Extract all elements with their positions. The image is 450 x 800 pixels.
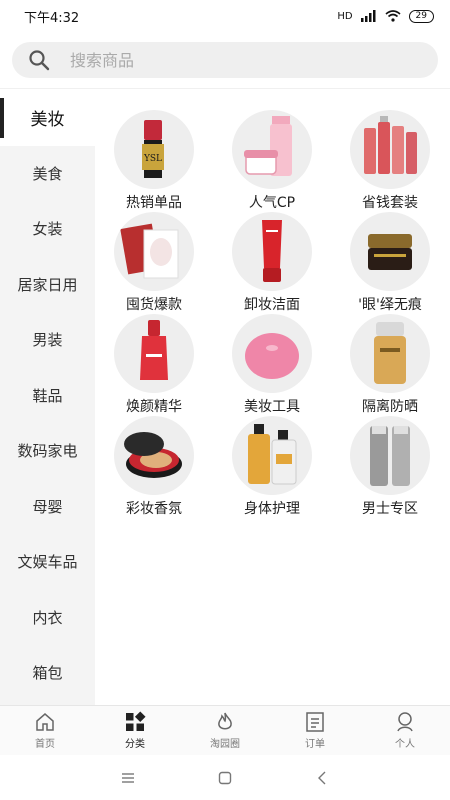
subcategory-item[interactable]: 人气CP xyxy=(213,110,331,212)
subcategory-label: 彩妆香氛 xyxy=(126,501,182,517)
status-bar: 下午4:32 HD 29 xyxy=(0,0,450,32)
flame-icon xyxy=(218,712,232,730)
bottom-nav: 首页 分类 淘园圈 订单 个人 xyxy=(0,705,450,755)
subcategory-item[interactable]: 焕颜精华 xyxy=(95,314,213,416)
nav-label: 个人 xyxy=(395,739,415,750)
subcategory-label: 隔离防晒 xyxy=(362,399,418,415)
nav-category[interactable]: 分类 xyxy=(90,706,180,755)
sidebar-item-label: 美妆 xyxy=(30,110,65,131)
subcategory-label: 美妆工具 xyxy=(244,399,300,415)
status-time: 下午4:32 xyxy=(24,10,80,26)
subcategory-item[interactable]: 隔离防晒 xyxy=(331,314,449,416)
subcategory-item[interactable]: '眼'绎无痕 xyxy=(331,212,449,314)
body-care-bottles-image xyxy=(232,416,312,495)
sidebar-item-label: 居家日用 xyxy=(17,275,78,294)
sidebar-item-beauty[interactable]: 美妆 xyxy=(0,90,95,146)
nav-label: 分类 xyxy=(125,739,145,750)
sidebar-item-label: 男装 xyxy=(32,331,63,350)
nav-label: 订单 xyxy=(305,739,325,750)
subcategory-label: '眼'绎无痕 xyxy=(358,297,422,313)
serum-bottle-image xyxy=(114,314,194,393)
subcategory-item[interactable]: 囤货爆款 xyxy=(95,212,213,314)
subcategory-label: 身体护理 xyxy=(244,501,300,517)
category-sidebar: 美妆 美食 女装 居家日用 男装 鞋品 数码家电 母婴 文娱车品 内衣 箱包 xyxy=(0,90,95,705)
signal-icon xyxy=(360,10,376,22)
cleanser-tube-image xyxy=(232,212,312,291)
eye-cream-jar-image xyxy=(350,212,430,291)
men-skincare-image xyxy=(350,416,430,495)
back-icon[interactable] xyxy=(314,770,330,786)
sidebar-item-label: 美食 xyxy=(32,164,63,183)
nav-profile[interactable]: 个人 xyxy=(360,706,450,755)
menu-icon[interactable] xyxy=(120,770,136,786)
toner-cream-set-image xyxy=(232,110,312,189)
network-type: HD xyxy=(337,10,353,22)
subcategory-label: 囤货爆款 xyxy=(126,297,182,313)
nav-label: 淘园圈 xyxy=(210,739,240,750)
sidebar-item-label: 鞋品 xyxy=(32,386,63,405)
sidebar-item-electronics[interactable]: 数码家电 xyxy=(0,423,95,479)
nav-orders[interactable]: 订单 xyxy=(270,706,360,755)
sidebar-item-underwear[interactable]: 内衣 xyxy=(0,590,95,646)
cleansing-brush-image xyxy=(232,314,312,393)
wifi-icon xyxy=(385,10,401,22)
subcategory-item[interactable]: 美妆工具 xyxy=(213,314,331,416)
order-list-icon xyxy=(306,712,324,732)
face-mask-image xyxy=(114,212,194,291)
sidebar-item-baby[interactable]: 母婴 xyxy=(0,479,95,535)
subcategory-item[interactable]: 彩妆香氛 xyxy=(95,416,213,518)
cushion-compact-image xyxy=(114,416,194,495)
sidebar-item-label: 女装 xyxy=(32,220,63,239)
skincare-bottles-image xyxy=(350,110,430,189)
search-input[interactable] xyxy=(70,50,390,70)
sidebar-item-women[interactable]: 女装 xyxy=(0,201,95,257)
battery-icon: 29 xyxy=(408,9,434,23)
header-divider xyxy=(0,88,450,89)
svg-text:YSL: YSL xyxy=(143,154,162,164)
nav-home[interactable]: 首页 xyxy=(0,706,90,755)
sunscreen-bottle-image xyxy=(350,314,430,393)
nav-community[interactable]: 淘园圈 xyxy=(180,706,270,755)
sidebar-item-entertainment-auto[interactable]: 文娱车品 xyxy=(0,534,95,590)
user-icon xyxy=(397,712,413,732)
subcategory-item[interactable]: 省钱套装 xyxy=(331,110,449,212)
sidebar-item-food[interactable]: 美食 xyxy=(0,146,95,202)
category-grid-icon xyxy=(126,711,146,731)
sidebar-item-shoes[interactable]: 鞋品 xyxy=(0,368,95,424)
sidebar-item-label: 文娱车品 xyxy=(17,553,78,572)
subcategory-item[interactable]: 身体护理 xyxy=(213,416,331,518)
sidebar-item-label: 母婴 xyxy=(32,497,63,516)
sidebar-item-label: 箱包 xyxy=(32,664,63,683)
subcategory-label: 男士专区 xyxy=(362,501,418,517)
sidebar-item-label: 数码家电 xyxy=(17,442,78,461)
sidebar-item-men[interactable]: 男装 xyxy=(0,312,95,368)
subcategory-label: 人气CP xyxy=(248,195,296,211)
system-nav-bar xyxy=(0,755,450,800)
sidebar-item-home[interactable]: 居家日用 xyxy=(0,257,95,313)
subcategory-label: 省钱套装 xyxy=(362,195,418,211)
sidebar-item-bags[interactable]: 箱包 xyxy=(0,645,95,701)
search-bar[interactable] xyxy=(12,42,438,78)
subcategory-label: 焕颜精华 xyxy=(126,399,182,415)
lipstick-product-image: YSL xyxy=(114,110,194,189)
subcategory-label: 卸妆洁面 xyxy=(244,297,300,313)
category-content: YSL 热销单品 人气CP 省钱套装 囤货爆款 卸妆洁面 '眼'绎无痕 焕颜精华… xyxy=(95,90,450,705)
sidebar-item-label: 内衣 xyxy=(32,608,63,627)
subcategory-item[interactable]: 卸妆洁面 xyxy=(213,212,331,314)
nav-label: 首页 xyxy=(35,739,55,750)
subcategory-item[interactable]: 男士专区 xyxy=(331,416,449,518)
search-icon xyxy=(29,50,50,71)
home-square-icon[interactable] xyxy=(217,770,233,786)
subcategory-item[interactable]: YSL 热销单品 xyxy=(95,110,213,212)
status-indicators: HD 29 xyxy=(337,9,434,23)
home-icon xyxy=(36,713,54,731)
subcategory-grid: YSL 热销单品 人气CP 省钱套装 囤货爆款 卸妆洁面 '眼'绎无痕 焕颜精华… xyxy=(95,90,450,518)
subcategory-label: 热销单品 xyxy=(126,195,182,211)
